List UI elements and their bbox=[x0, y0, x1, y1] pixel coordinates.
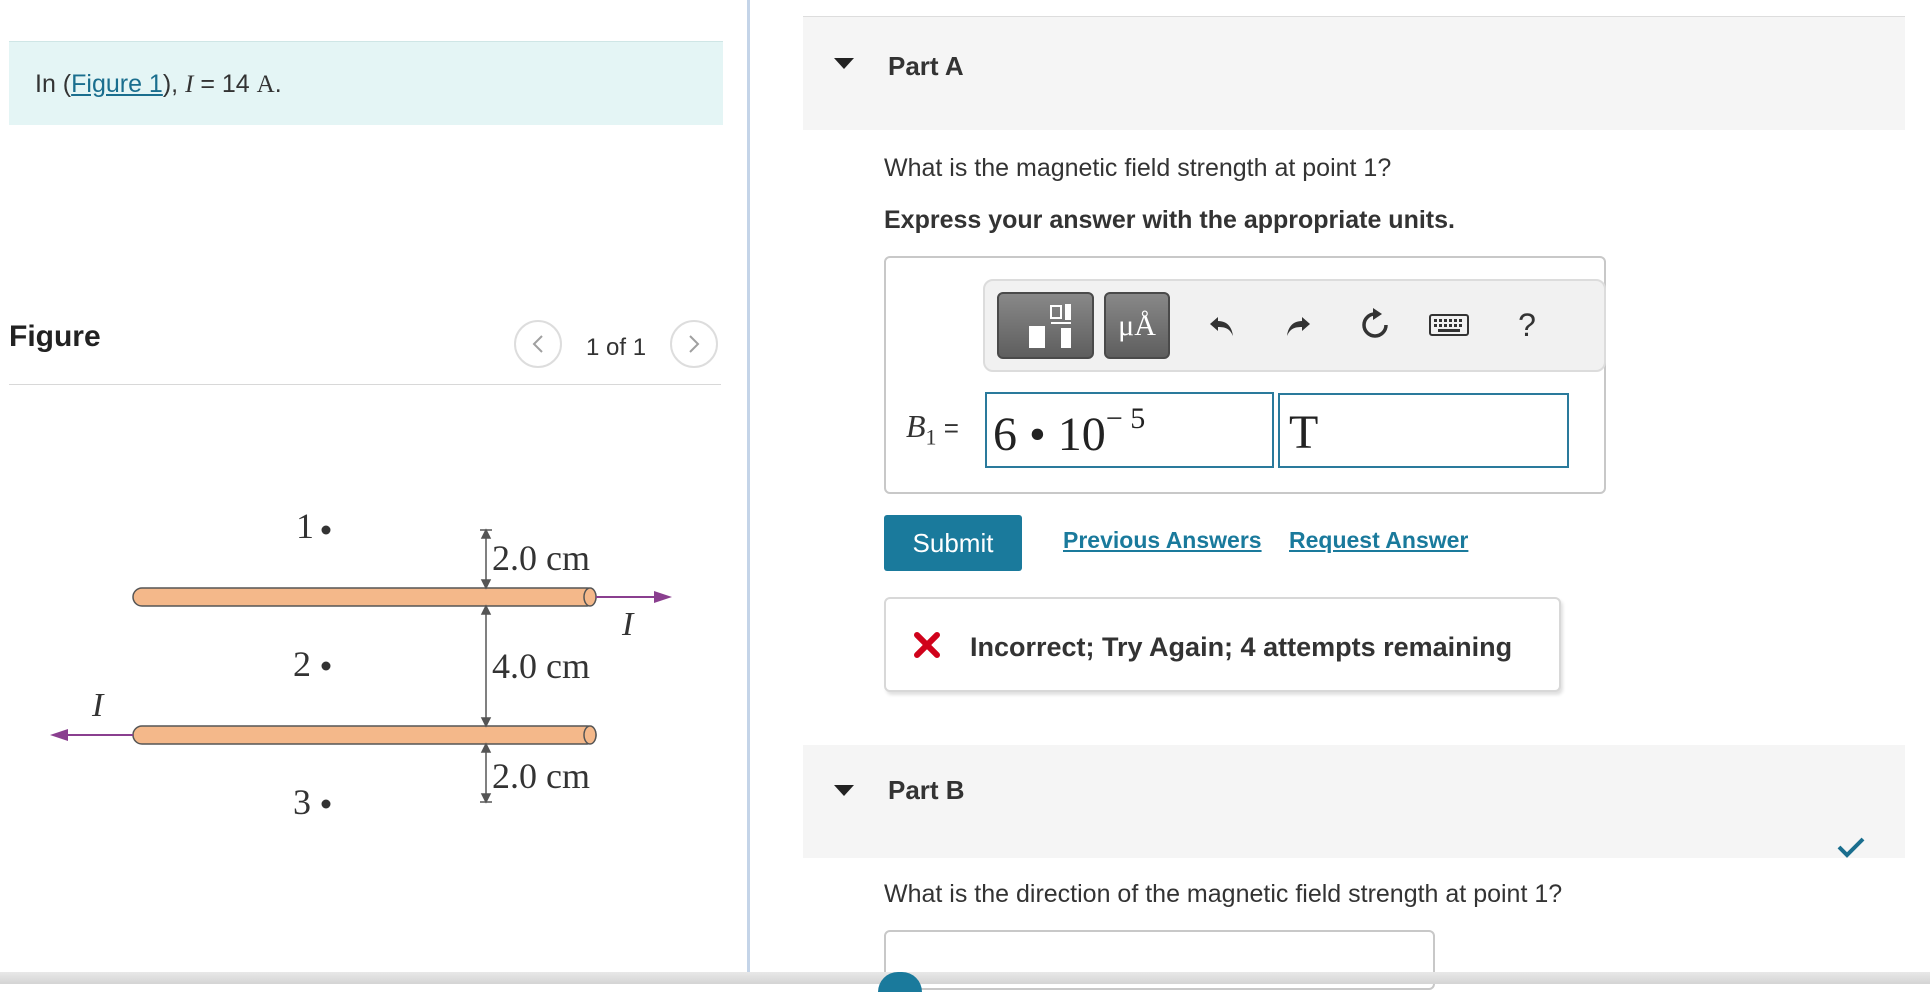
point-3-dot bbox=[321, 799, 331, 809]
figure-diagram: 1 2 3 I I 2.0 cm 4.0 cm 2.0 cm bbox=[50, 506, 672, 822]
feedback-message: Incorrect; Try Again; 4 attempts remaini… bbox=[970, 632, 1513, 662]
value-input[interactable]: 6 • 10− 5 bbox=[985, 392, 1274, 468]
bottom-wire bbox=[132, 725, 597, 745]
chevron-left-icon bbox=[532, 335, 543, 353]
incorrect-x-icon bbox=[914, 632, 940, 658]
part-a-title: Part A bbox=[888, 51, 964, 81]
point-2-label: 2 bbox=[293, 644, 311, 684]
next-figure-button[interactable] bbox=[670, 320, 718, 368]
point-2-dot bbox=[321, 661, 331, 671]
part-a-instruction: Express your answer with the appropriate… bbox=[884, 206, 1455, 234]
units-input[interactable]: T bbox=[1278, 393, 1569, 468]
part-b-title: Part B bbox=[888, 775, 965, 805]
figure-divider bbox=[9, 384, 721, 385]
point-1-dot bbox=[321, 525, 331, 535]
completed-check-icon bbox=[1837, 837, 1865, 858]
help-button[interactable]: ? bbox=[1507, 305, 1547, 345]
dimension-middle-label: 4.0 cm bbox=[492, 646, 590, 686]
undo-icon bbox=[1210, 317, 1233, 336]
answer-variable-label: B1 = bbox=[906, 408, 959, 450]
previous-answers-link[interactable]: Previous Answers bbox=[1063, 527, 1262, 554]
undo-button[interactable] bbox=[1202, 305, 1242, 345]
dimension-top-label: 2.0 cm bbox=[492, 538, 590, 578]
part-b-question: What is the direction of the magnetic fi… bbox=[884, 880, 1563, 908]
dimension-bottom-label: 2.0 cm bbox=[492, 756, 590, 796]
bottom-bar bbox=[0, 972, 1930, 984]
part-b-header[interactable]: Part B bbox=[803, 745, 1905, 858]
chevron-right-icon bbox=[689, 335, 700, 353]
redo-icon bbox=[1287, 317, 1310, 336]
redo-button[interactable] bbox=[1278, 305, 1318, 345]
point-1-label: 1 bbox=[296, 506, 314, 546]
point-3-label: 3 bbox=[293, 782, 311, 822]
problem-statement: In (Figure 1), I = 14 A. bbox=[9, 41, 723, 125]
figure-heading: Figure bbox=[9, 320, 101, 353]
top-wire bbox=[132, 587, 597, 607]
request-answer-link[interactable]: Request Answer bbox=[1289, 527, 1468, 554]
part-a-header[interactable]: Part A bbox=[803, 17, 1905, 130]
collapse-triangle-icon bbox=[834, 58, 854, 69]
figure-pager-count: 1 of 1 bbox=[586, 334, 647, 361]
current-label-right: I bbox=[621, 606, 635, 643]
keyboard-button[interactable] bbox=[1427, 305, 1471, 345]
reset-icon bbox=[1362, 308, 1388, 338]
submit-button[interactable]: Submit bbox=[884, 515, 1022, 571]
figure-link[interactable]: Figure 1 bbox=[71, 70, 163, 98]
current-label-left: I bbox=[91, 687, 105, 724]
reset-button[interactable] bbox=[1355, 305, 1395, 345]
part-a-question: What is the magnetic field strength at p… bbox=[884, 154, 1392, 182]
units-button[interactable]: μÅ bbox=[1104, 292, 1170, 359]
keyboard-icon bbox=[1429, 314, 1469, 336]
panel-divider[interactable] bbox=[747, 0, 750, 975]
fraction-template-icon bbox=[1028, 303, 1071, 348]
collapse-triangle-icon bbox=[834, 785, 854, 796]
previous-figure-button[interactable] bbox=[514, 320, 562, 368]
templates-button[interactable] bbox=[997, 292, 1094, 359]
